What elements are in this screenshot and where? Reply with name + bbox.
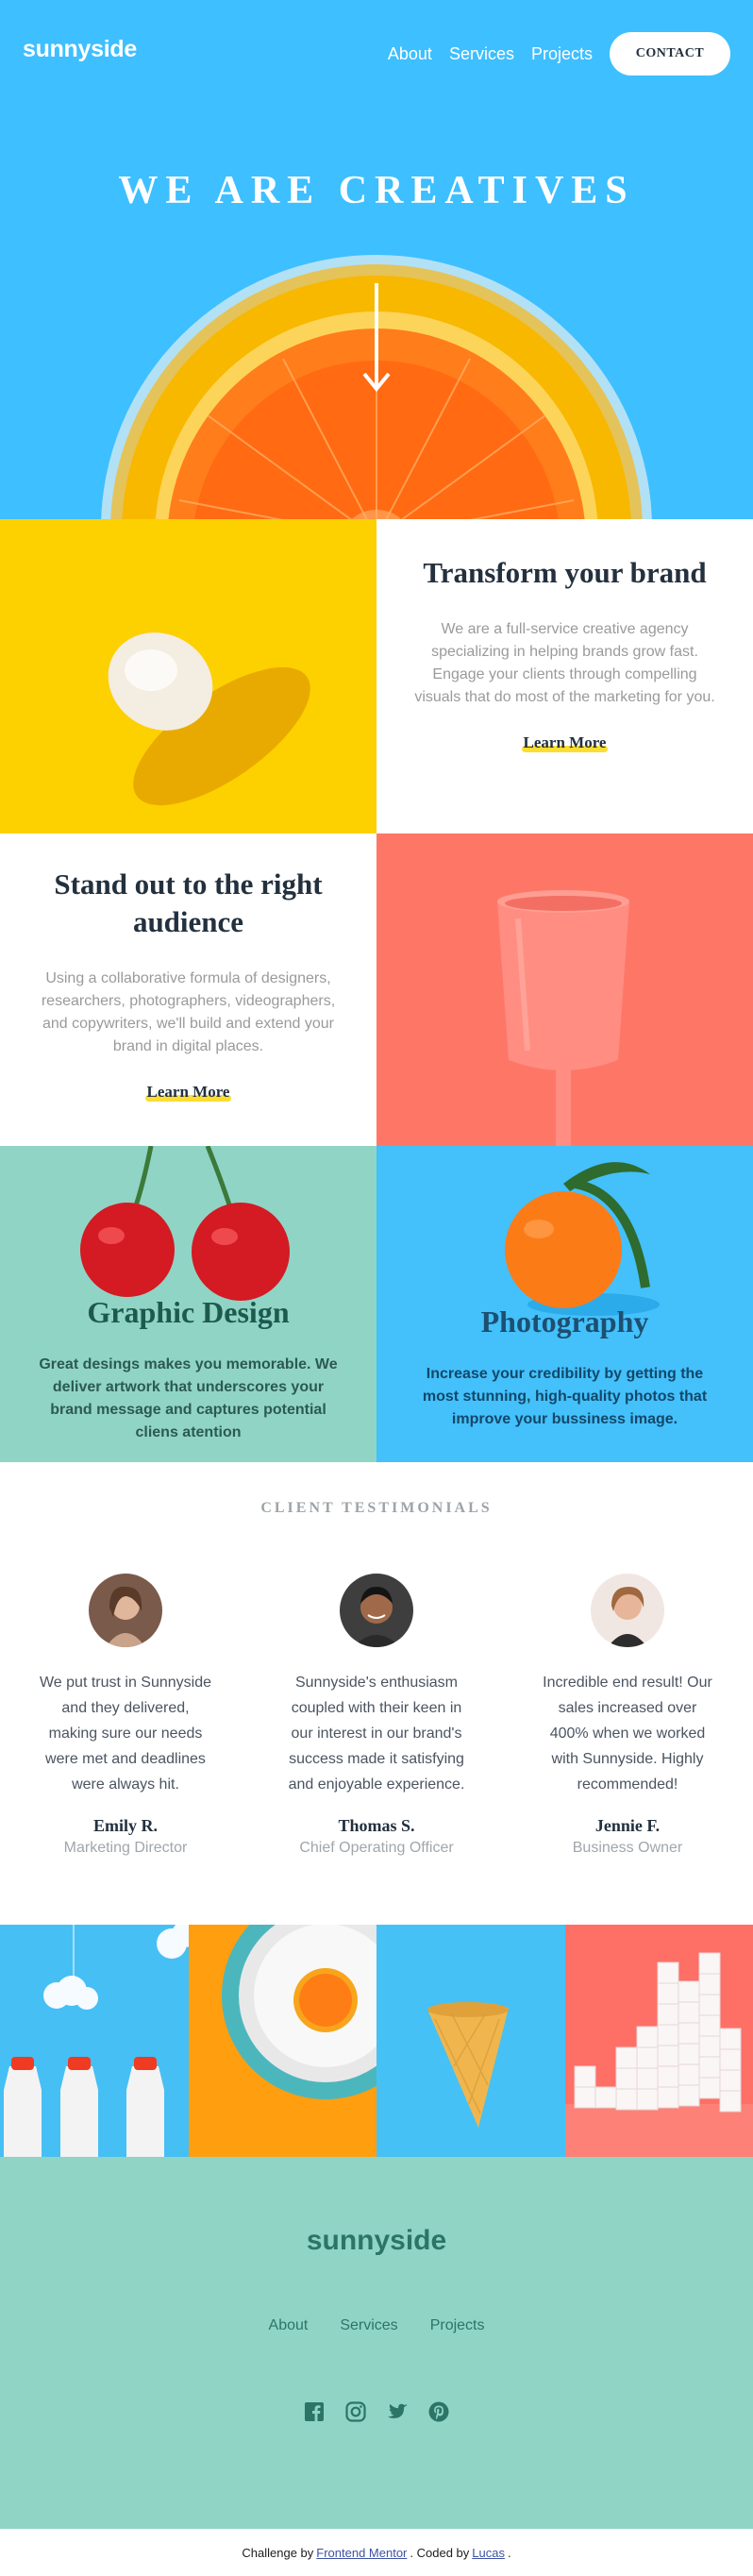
testimonial-card: Incredible end result! Our sales increas… (502, 1574, 753, 1857)
footer-link-projects[interactable]: Projects (430, 2317, 485, 2334)
service-body: Increase your credibility by getting the… (376, 1363, 753, 1431)
feature-title: Stand out to the right audience (38, 866, 339, 941)
avatar (89, 1574, 162, 1647)
feature-row-1: Transform your brand We are a full-servi… (0, 519, 753, 833)
testimonial-card: Sunnyside's enthusiasm coupled with thei… (251, 1574, 502, 1857)
author-link[interactable]: Lucas (472, 2546, 505, 2560)
facebook-icon[interactable] (303, 2400, 326, 2423)
logo[interactable]: sunnyside (23, 36, 137, 63)
testimonial-quote: Incredible end result! Our sales increas… (538, 1670, 717, 1797)
learn-more-link[interactable]: Learn More (524, 733, 607, 752)
frontend-mentor-link[interactable]: Frontend Mentor (316, 2546, 407, 2560)
attribution-middle: . Coded by (410, 2546, 469, 2560)
gallery (0, 1925, 753, 2157)
footer-link-services[interactable]: Services (340, 2317, 397, 2334)
testimonials-heading: CLIENT TESTIMONIALS (0, 1500, 753, 1517)
gallery-ice-cream-cone-image (376, 1925, 565, 2157)
testimonial-role: Business Owner (502, 1840, 753, 1857)
hero-section: sunnyside About Services Projects CONTAC… (0, 0, 753, 519)
footer-links: About Services Projects (0, 2317, 753, 2334)
gallery-sugar-cubes-image (565, 1925, 753, 2157)
service-body: Great desings makes you memorable. We de… (0, 1354, 376, 1444)
attribution-suffix: . (508, 2546, 511, 2560)
feature-stand-out: Stand out to the right audience Using a … (0, 833, 376, 1146)
learn-more-link[interactable]: Learn More (147, 1083, 230, 1102)
top-nav: sunnyside About Services Projects CONTAC… (0, 0, 753, 104)
twitter-icon[interactable] (386, 2400, 409, 2423)
testimonial-name: Emily R. (0, 1816, 251, 1836)
avatar (591, 1574, 664, 1647)
footer: sunnyside About Services Projects (0, 2157, 753, 2529)
feature-body: We are a full-service creative agency sp… (414, 618, 715, 709)
service-title: Graphic Design (0, 1295, 376, 1330)
footer-logo[interactable]: sunnyside (0, 2225, 753, 2257)
feature-row-2: Stand out to the right audience Using a … (0, 833, 753, 1146)
nav-link-projects[interactable]: Projects (531, 44, 593, 64)
egg-image (0, 519, 376, 833)
feature-title: Transform your brand (423, 554, 706, 592)
service-graphic-design: Graphic Design Great desings makes you m… (0, 1146, 376, 1462)
feature-body: Using a collaborative formula of designe… (38, 968, 339, 1058)
testimonial-quote: Sunnyside's enthusiasm coupled with thei… (287, 1670, 466, 1797)
testimonial-card: We put trust in Sunnyside and they deliv… (0, 1574, 251, 1857)
instagram-icon[interactable] (344, 2400, 367, 2423)
services-row: Graphic Design Great desings makes you m… (0, 1146, 753, 1462)
nav-link-services[interactable]: Services (449, 44, 514, 64)
social-links (0, 2400, 753, 2423)
testimonials-section: CLIENT TESTIMONIALS We put trust in Sunn… (0, 1462, 753, 1925)
avatar (340, 1574, 413, 1647)
nav-links: About Services Projects CONTACT (388, 32, 730, 76)
arrow-down-icon[interactable] (362, 283, 391, 396)
nav-link-about[interactable]: About (388, 44, 432, 64)
attribution-prefix: Challenge by (242, 2546, 313, 2560)
gallery-milk-bottles-image (0, 1925, 189, 2157)
testimonial-role: Marketing Director (0, 1840, 251, 1857)
hero-title: WE ARE CREATIVES (0, 168, 753, 213)
attribution: Challenge by Frontend Mentor . Coded by … (0, 2529, 753, 2576)
testimonial-quote: We put trust in Sunnyside and they deliv… (36, 1670, 215, 1797)
service-title: Photography (376, 1305, 753, 1339)
contact-button[interactable]: CONTACT (610, 32, 730, 76)
service-photography: Photography Increase your credibility by… (376, 1146, 753, 1462)
testimonial-name: Jennie F. (502, 1816, 753, 1836)
cup-image (376, 833, 753, 1146)
feature-transform: Transform your brand We are a full-servi… (376, 519, 753, 833)
footer-link-about[interactable]: About (269, 2317, 309, 2334)
pinterest-icon[interactable] (427, 2400, 450, 2423)
testimonial-role: Chief Operating Officer (251, 1840, 502, 1857)
testimonial-name: Thomas S. (251, 1816, 502, 1836)
gallery-orange-plate-image (189, 1925, 377, 2157)
